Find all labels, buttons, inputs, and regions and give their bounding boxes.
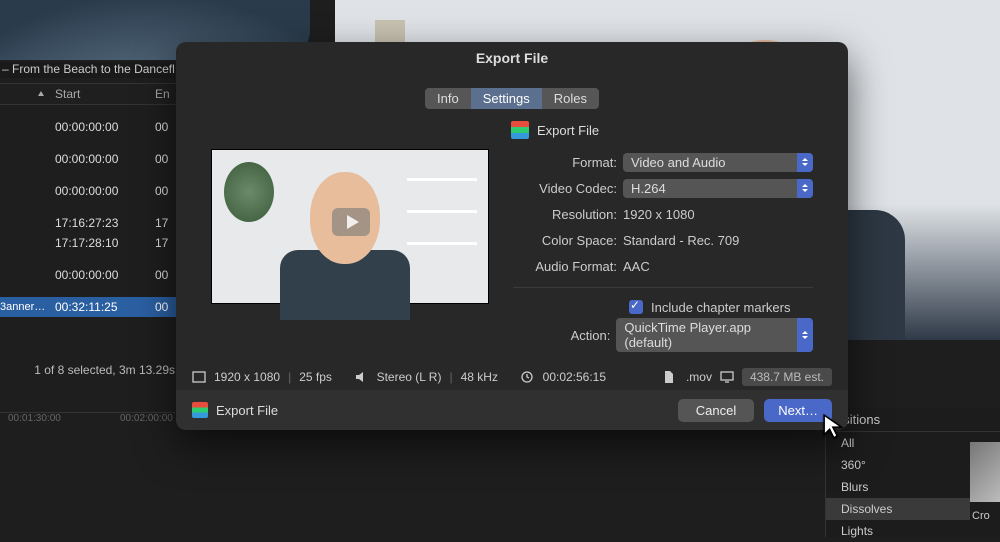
export-info-bar: 1920 x 1080 | 25 fps Stereo (L R) | 48 k…	[176, 364, 848, 390]
modal-footer: Export File Cancel Next…	[176, 390, 848, 430]
table-row[interactable]: 17:16:27:2317	[0, 213, 195, 233]
chevron-updown-icon	[797, 153, 813, 172]
cursor-icon	[822, 413, 848, 439]
monitor-icon	[720, 371, 734, 383]
colorspace-value: Standard - Rec. 709	[623, 233, 739, 248]
audioformat-value: AAC	[623, 259, 650, 274]
info-duration: 00:02:56:15	[543, 370, 606, 384]
tab-settings[interactable]: Settings	[471, 88, 542, 109]
info-filesize: 438.7 MB est.	[742, 368, 832, 386]
transitions-header: nsitions	[826, 408, 1000, 432]
info-khz: 48 kHz	[461, 370, 498, 384]
modal-tabs: Info Settings Roles	[176, 88, 848, 109]
info-resolution: 1920 x 1080	[214, 370, 280, 384]
export-file-icon	[192, 402, 208, 418]
share-destination-header: Export File	[511, 121, 848, 139]
colorspace-label: Color Space:	[513, 233, 623, 248]
modal-title: Export File	[176, 42, 848, 74]
share-destination-label: Export File	[537, 123, 599, 138]
frame-icon	[192, 371, 206, 383]
resolution-value: 1920 x 1080	[623, 207, 695, 222]
tab-roles[interactable]: Roles	[542, 88, 599, 109]
table-row[interactable]: 00:00:00:0000	[0, 117, 195, 137]
col-start[interactable]: Start	[55, 87, 155, 101]
selection-status: 1 of 8 selected, 3m 13.29s	[0, 363, 175, 377]
sort-up-icon	[37, 90, 45, 98]
table-row[interactable]: 00:00:00:0000	[0, 149, 195, 169]
transition-thumb[interactable]: Cro	[970, 432, 1000, 532]
timeline-ruler[interactable]: 00:01:30:00 00:02:00:00	[0, 412, 175, 426]
resolution-label: Resolution:	[513, 207, 623, 222]
preview-thumbnail[interactable]	[211, 149, 489, 304]
cancel-button[interactable]: Cancel	[678, 399, 754, 422]
speaker-icon	[355, 371, 369, 383]
settings-form: Format: Video and Audio Video Codec: H.2…	[513, 149, 813, 348]
audioformat-label: Audio Format:	[513, 259, 623, 274]
clock-icon	[521, 371, 535, 383]
chevron-updown-icon	[797, 179, 813, 198]
action-label: Action:	[513, 328, 616, 343]
codec-dropdown[interactable]: H.264	[623, 179, 813, 198]
table-row[interactable]: 17:17:28:1017	[0, 233, 195, 253]
format-label: Format:	[513, 155, 623, 170]
format-dropdown[interactable]: Video and Audio	[623, 153, 813, 172]
action-dropdown[interactable]: QuickTime Player.app (default)	[616, 318, 813, 352]
tab-info[interactable]: Info	[425, 88, 471, 109]
table-row[interactable]: 00:00:00:0000	[0, 265, 195, 285]
play-icon	[332, 208, 370, 236]
include-chapters-checkbox[interactable]	[629, 300, 643, 314]
codec-label: Video Codec:	[513, 181, 623, 196]
footer-destination-label: Export File	[216, 403, 278, 418]
chevron-updown-icon	[797, 318, 813, 352]
file-icon	[664, 371, 678, 383]
clip-rows: 00:00:00:0000 00:00:00:0000 00:00:00:000…	[0, 105, 195, 317]
table-row[interactable]: 00:00:00:0000	[0, 181, 195, 201]
export-file-icon	[511, 121, 529, 139]
export-file-modal: Export File Info Settings Roles Export F…	[176, 42, 848, 430]
project-title: – From the Beach to the Dancefloor	[0, 62, 175, 78]
info-audio: Stereo (L R)	[377, 370, 442, 384]
info-ext: .mov	[686, 370, 712, 384]
table-header[interactable]: Start En	[0, 83, 195, 105]
info-fps: 25 fps	[299, 370, 332, 384]
table-row-selected[interactable]: 3anner…00:32:11:2500	[0, 297, 195, 317]
include-chapters-label: Include chapter markers	[651, 300, 790, 315]
